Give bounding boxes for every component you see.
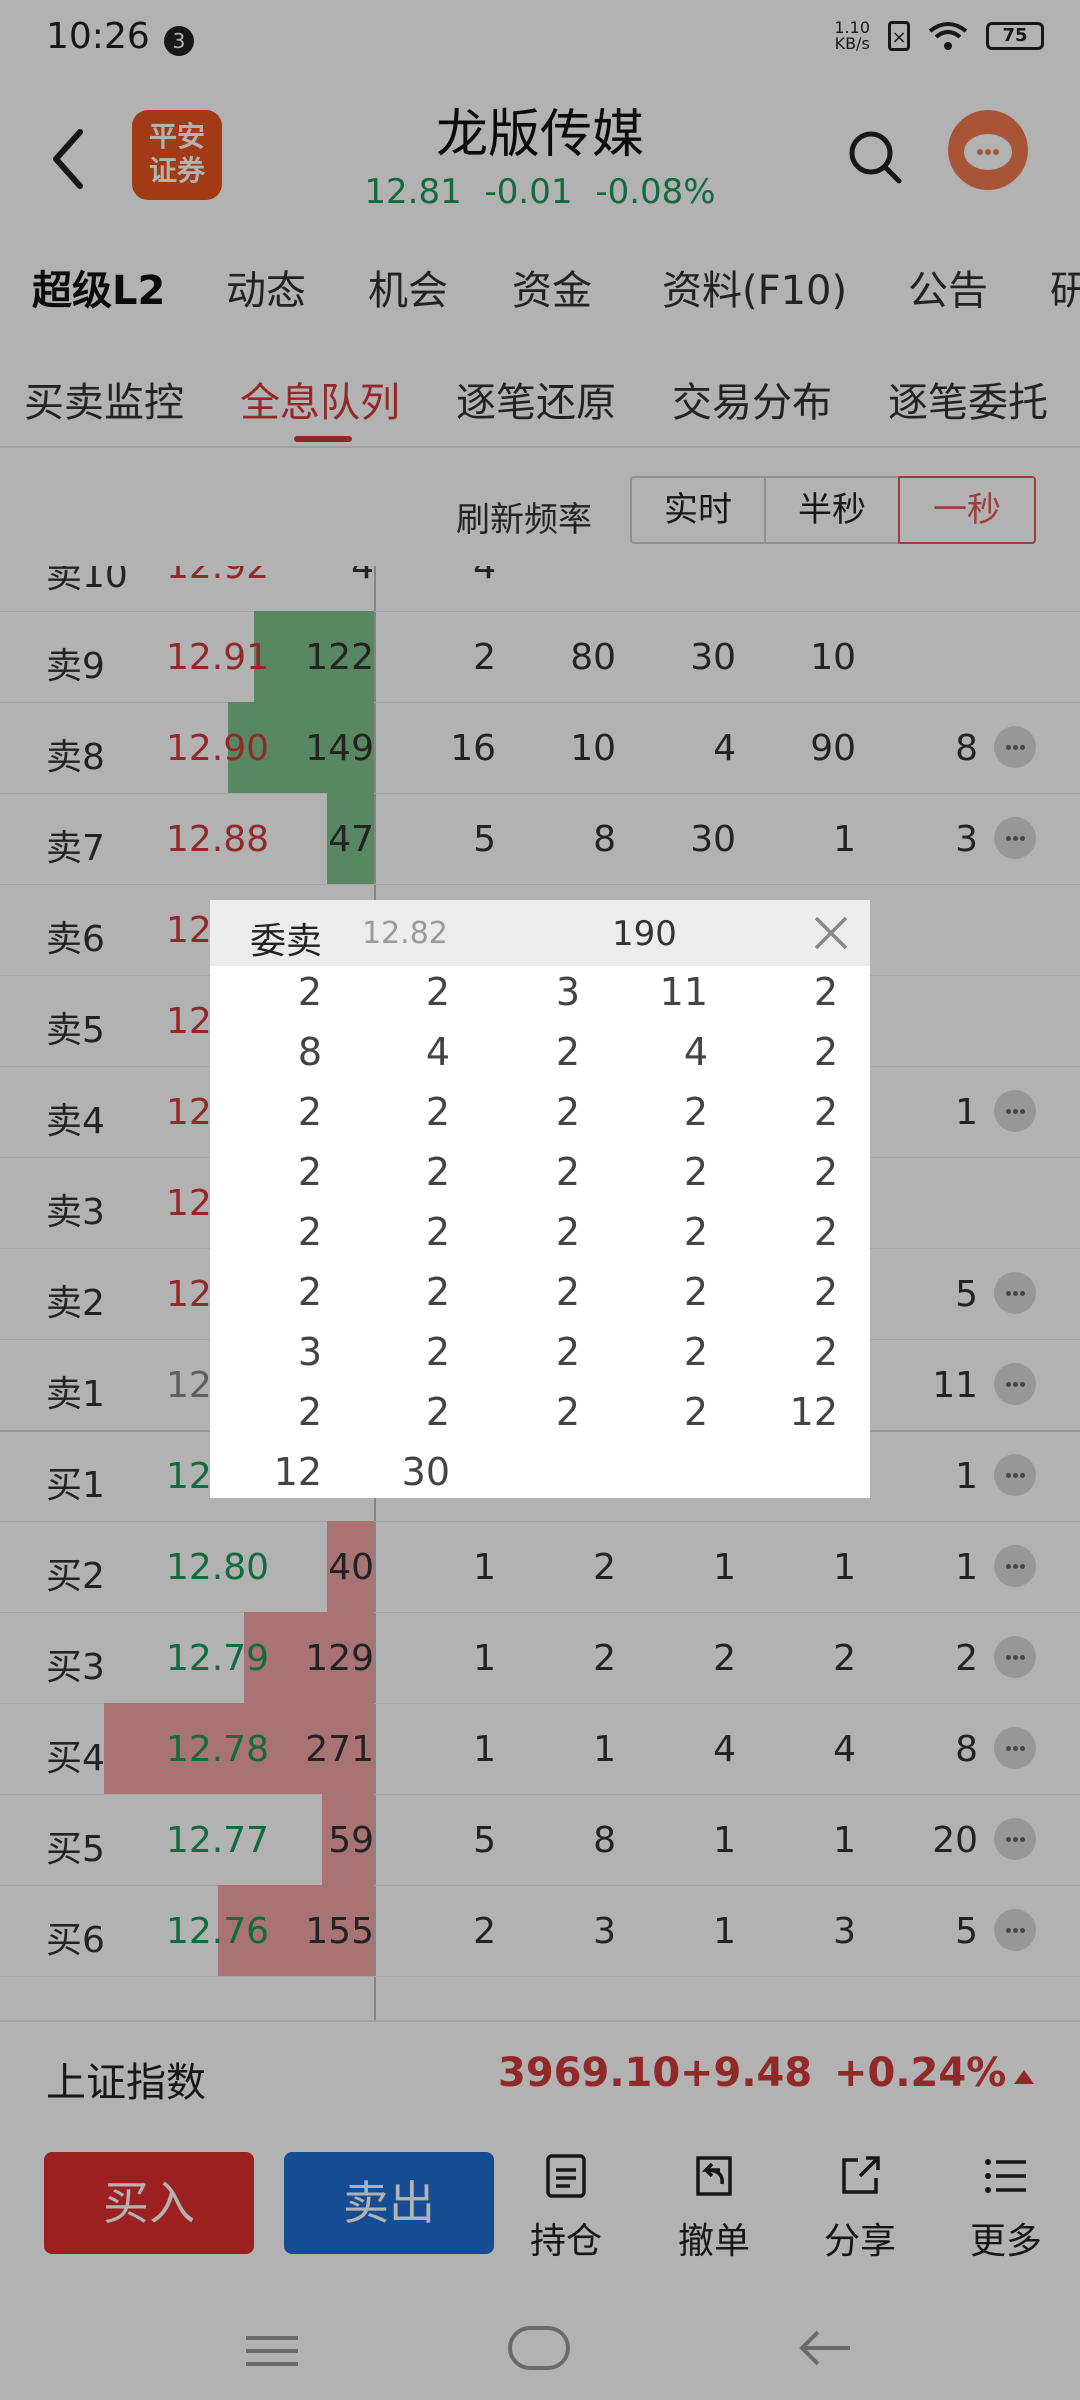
popup-order-cell: 2 (813, 1090, 838, 1134)
popup-order-cell: 2 (297, 970, 322, 1014)
popup-order-cell: 2 (555, 1030, 580, 1074)
popup-order-cell: 2 (555, 1330, 580, 1374)
popup-order-cell: 2 (813, 1030, 838, 1074)
popup-order-cell: 2 (813, 1210, 838, 1254)
popup-order-cell: 3 (555, 970, 580, 1014)
popup-row: 2 2 2 2 2 (210, 1266, 870, 1326)
popup-order-cell: 2 (813, 1330, 838, 1374)
popup-order-cell: 2 (683, 1330, 708, 1374)
popup-row: 3 2 2 2 2 (210, 1326, 870, 1386)
popup-order-cell: 2 (683, 1270, 708, 1314)
popup-order-cell: 2 (297, 1150, 322, 1194)
popup-order-cell: 2 (555, 1210, 580, 1254)
popup-order-cell: 2 (555, 1150, 580, 1194)
popup-order-cell: 3 (297, 1330, 322, 1374)
popup-order-cell: 2 (425, 1150, 450, 1194)
popup-order-cell: 2 (813, 1270, 838, 1314)
popup-order-cell: 2 (425, 970, 450, 1014)
sell-queue-popup: 委卖 12.82 190 2 2 3 11 2 8 4 2 4 2 2 2 2 2 2 2 2 2 2 2 2 2 2 2 2 2… (210, 900, 870, 1498)
popup-order-cell: 2 (425, 1330, 450, 1374)
popup-row: 12 30 (210, 1446, 870, 1506)
popup-order-cell: 2 (683, 1090, 708, 1134)
popup-order-cell: 11 (659, 970, 708, 1014)
popup-row: 2 2 2 2 2 (210, 1086, 870, 1146)
popup-row: 2 2 2 2 2 (210, 1146, 870, 1206)
popup-order-cell: 2 (297, 1090, 322, 1134)
popup-row: 2 2 3 11 2 (210, 966, 870, 1026)
popup-order-cell: 2 (425, 1210, 450, 1254)
popup-order-cell: 12 (789, 1390, 838, 1434)
popup-order-cell: 2 (297, 1270, 322, 1314)
popup-order-cell: 2 (813, 970, 838, 1014)
popup-total: 190 (612, 914, 677, 954)
popup-row: 8 4 2 4 2 (210, 1026, 870, 1086)
popup-order-cell: 8 (297, 1030, 322, 1074)
popup-order-cell: 2 (683, 1390, 708, 1434)
popup-order-cell: 2 (297, 1210, 322, 1254)
popup-order-cell: 12 (273, 1450, 322, 1494)
popup-row: 2 2 2 2 12 (210, 1386, 870, 1446)
popup-order-cell: 2 (425, 1090, 450, 1134)
popup-order-cell: 2 (297, 1390, 322, 1434)
popup-title: 委卖 (250, 921, 323, 962)
popup-order-cell: 30 (401, 1450, 450, 1494)
popup-order-cell: 2 (813, 1150, 838, 1194)
popup-order-cell: 2 (425, 1270, 450, 1314)
popup-header: 委卖 12.82 190 (210, 900, 870, 966)
popup-row: 2 2 2 2 2 (210, 1206, 870, 1266)
popup-order-cell: 2 (555, 1090, 580, 1134)
popup-order-cell: 2 (425, 1390, 450, 1434)
popup-price: 12.82 (362, 916, 448, 951)
popup-order-cell: 4 (425, 1030, 450, 1074)
popup-order-cell: 4 (683, 1030, 708, 1074)
popup-order-cell: 2 (555, 1270, 580, 1314)
close-icon[interactable] (810, 912, 852, 954)
popup-order-cell: 2 (555, 1390, 580, 1434)
popup-order-cell: 2 (683, 1210, 708, 1254)
popup-order-cell: 2 (683, 1150, 708, 1194)
